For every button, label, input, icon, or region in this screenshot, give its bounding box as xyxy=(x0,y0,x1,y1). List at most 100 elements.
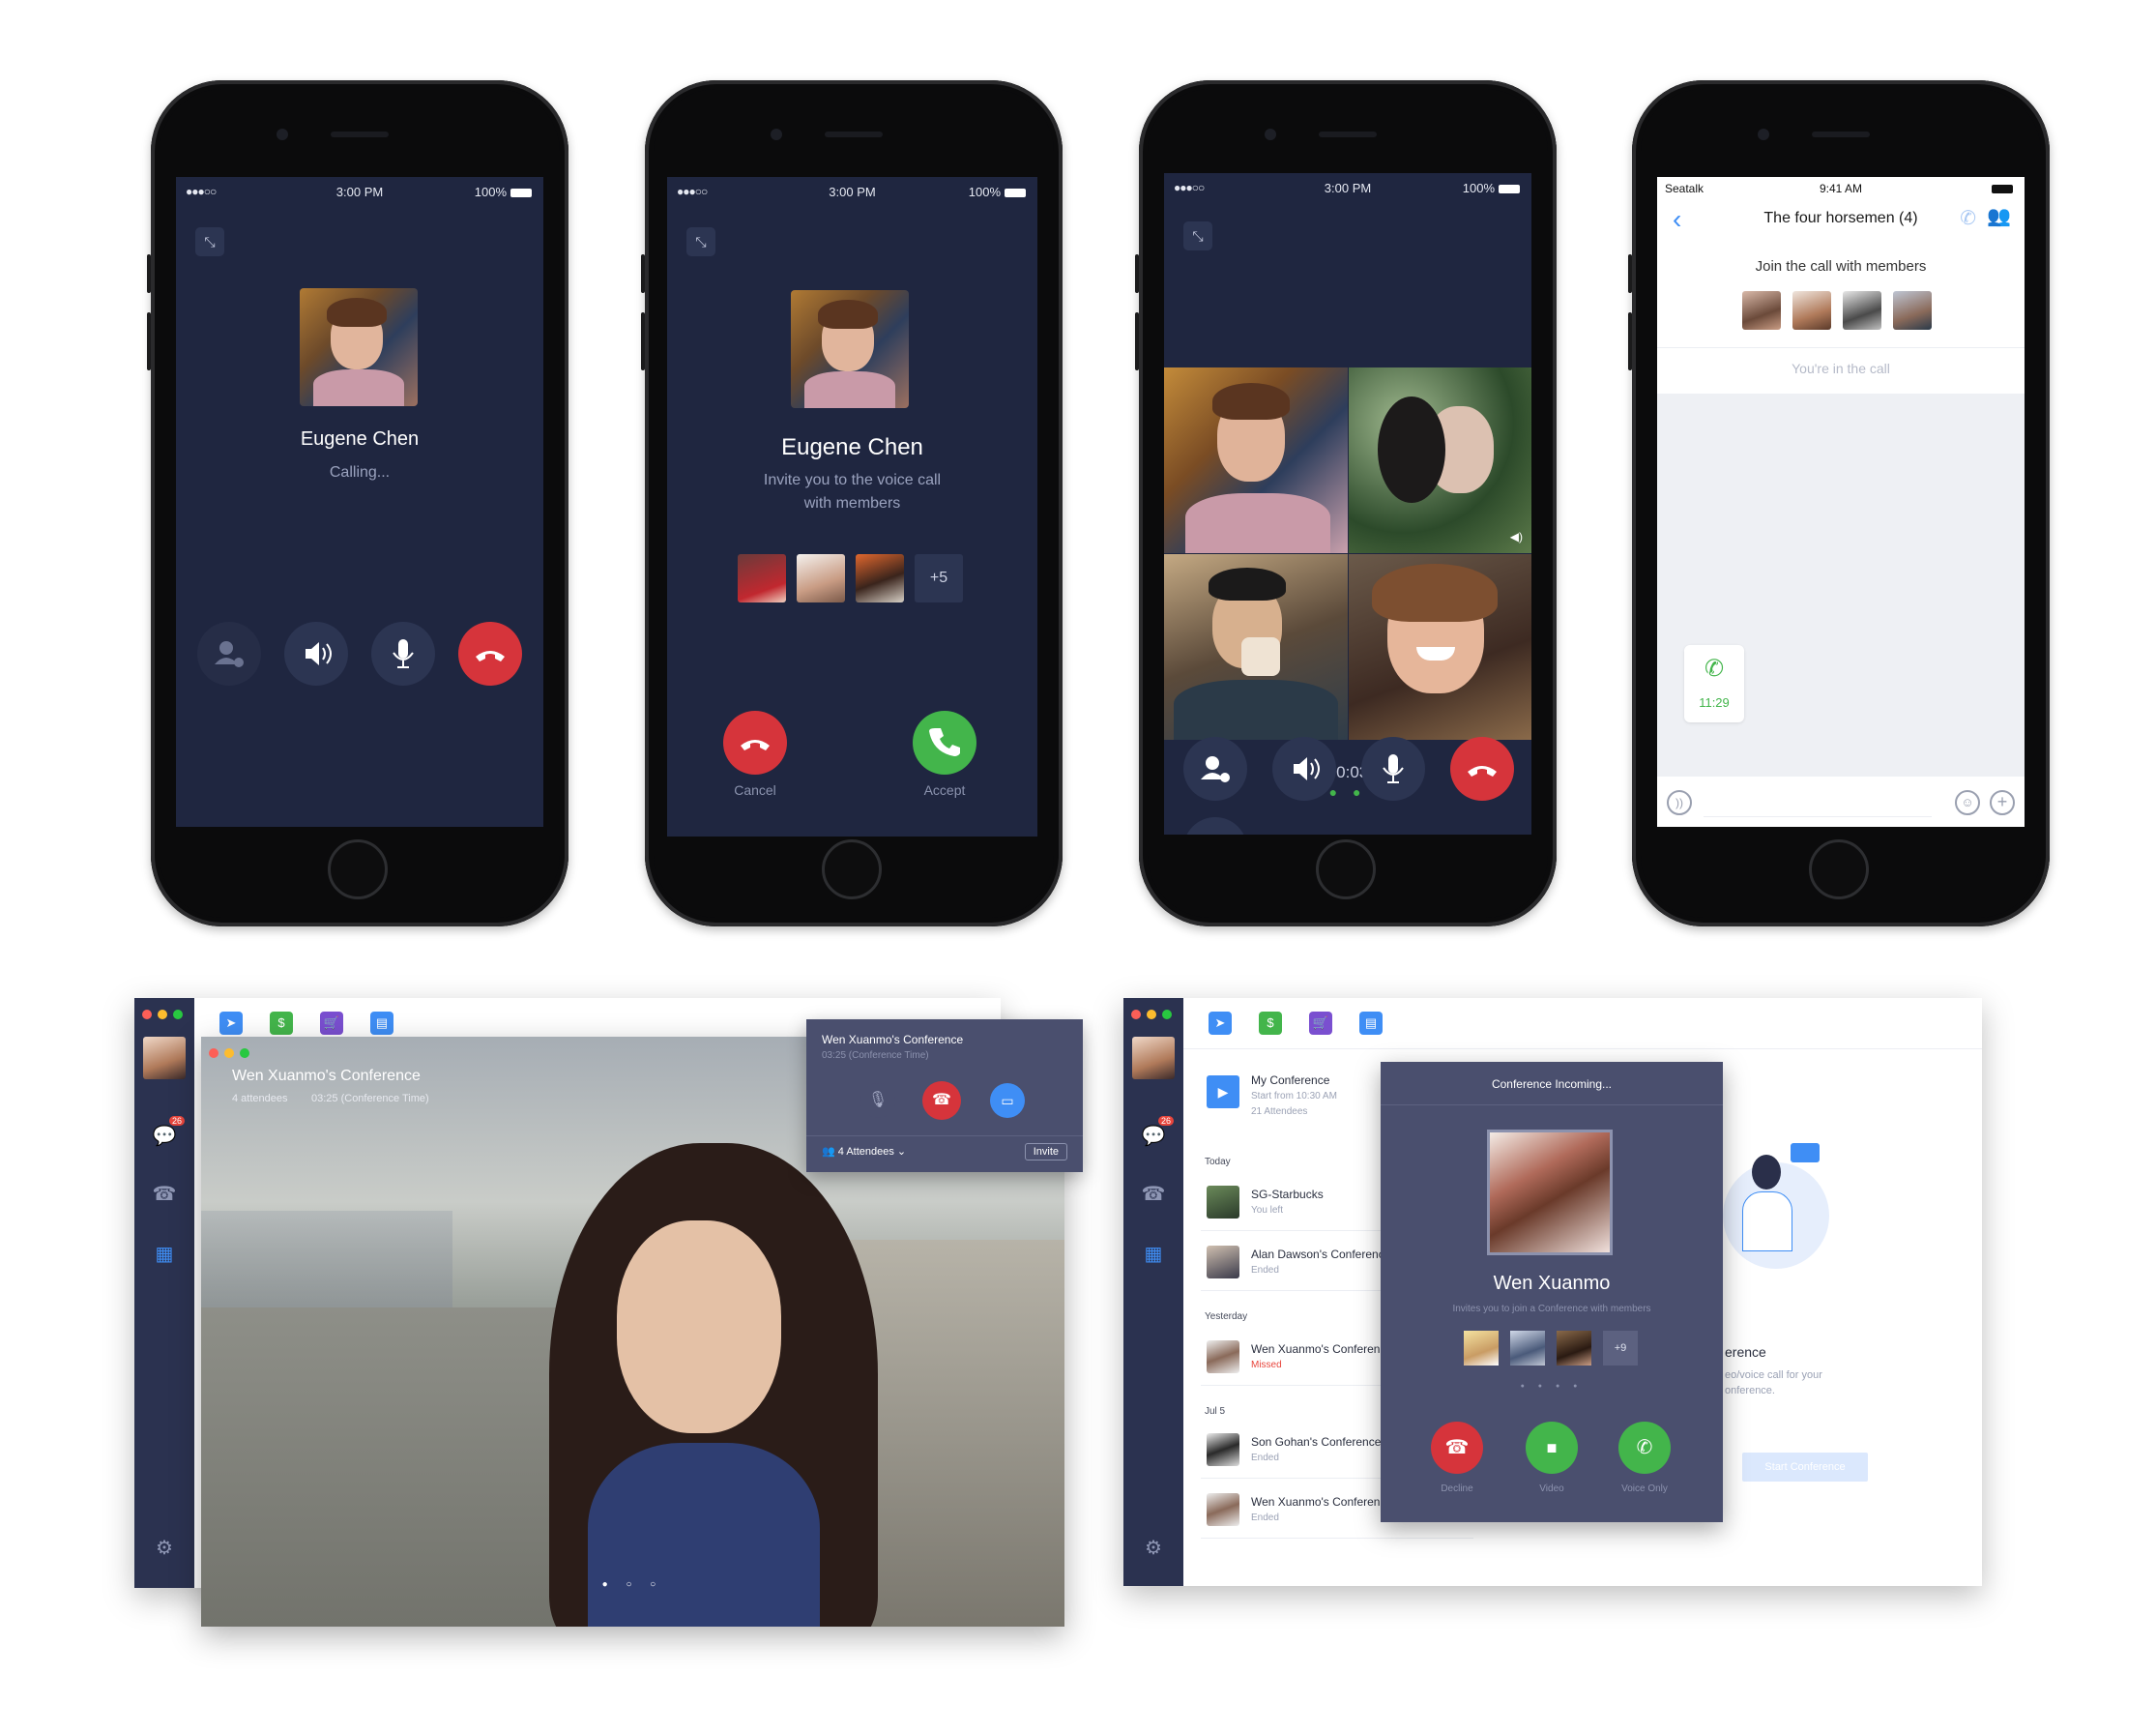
calendar-tab-icon[interactable]: ▤ xyxy=(370,1012,393,1035)
phone-icon[interactable]: ✆ xyxy=(1960,206,1976,230)
app-sidebar: 💬 26 ☎ ▦ ⚙ xyxy=(134,998,194,1588)
chat-icon[interactable]: 💬 xyxy=(152,1124,177,1149)
conference-incoming-dialog: Conference Incoming... Wen Xuanmo Invite… xyxy=(1381,1062,1723,1522)
voice-only-label: Voice Only xyxy=(1621,1483,1668,1494)
popup-time: 03:25 (Conference Time) xyxy=(822,1050,929,1061)
caller-name: Wen Xuanmo xyxy=(1493,1273,1611,1294)
attendees-dropdown[interactable]: 👥 4 Attendees ⌄ xyxy=(822,1145,906,1158)
start-conference-button[interactable]: Start Conference xyxy=(1742,1453,1868,1482)
empty-state-title: erence xyxy=(1725,1344,1766,1360)
phone-incoming: ●●●○○ 3:00 PM 100% ⤡ Eugene Chen Invite … xyxy=(641,80,1063,926)
phone-icon[interactable]: ☎ xyxy=(152,1182,177,1207)
speaker-indicator-icon: ◀) xyxy=(1509,530,1523,543)
section-jul-5: Jul 5 xyxy=(1205,1406,1226,1417)
video-tile[interactable] xyxy=(1164,554,1348,740)
user-avatar[interactable] xyxy=(1132,1037,1175,1079)
section-today: Today xyxy=(1205,1157,1231,1167)
my-conference-attendees: 21 Attendees xyxy=(1251,1106,1308,1117)
member-avatar xyxy=(738,554,786,602)
shop-tab-icon[interactable]: 🛒 xyxy=(1309,1012,1332,1035)
status-bar: ●●●○○ 3:00 PM 100% xyxy=(1164,179,1531,202)
voice-only-button[interactable]: ✆ xyxy=(1618,1422,1671,1474)
video-accept-button[interactable]: ■ xyxy=(1526,1422,1578,1474)
mute-button[interactable]: 🎙 xyxy=(860,1083,895,1118)
hang-up-button[interactable]: ☎ xyxy=(922,1081,961,1120)
microphone-button[interactable] xyxy=(1361,737,1425,801)
cancel-button[interactable] xyxy=(723,711,787,775)
minimize-icon[interactable]: ⤡ xyxy=(1183,221,1212,250)
decline-button[interactable]: ☎ xyxy=(1431,1422,1483,1474)
conference-title: Wen Xuanmo's Conference xyxy=(232,1068,421,1084)
hang-up-button[interactable] xyxy=(1450,737,1514,801)
telegram-tab-icon[interactable]: ➤ xyxy=(219,1012,243,1035)
plus-icon[interactable]: + xyxy=(1990,790,2015,815)
home-button xyxy=(328,839,388,899)
emoji-icon[interactable]: ☺ xyxy=(1955,790,1980,815)
video-tile[interactable] xyxy=(1349,554,1531,740)
add-member-button[interactable] xyxy=(1183,817,1247,835)
speaker-button[interactable] xyxy=(1272,737,1336,801)
my-conference-card[interactable]: ▶ My Conference Start from 10:30 AM 21 A… xyxy=(1201,1066,1394,1126)
member-avatar xyxy=(797,554,845,602)
decline-label: Decline xyxy=(1441,1483,1473,1494)
video-toggle-button[interactable]: ▭ xyxy=(990,1083,1025,1118)
illustration xyxy=(1713,1143,1839,1288)
hang-up-button[interactable] xyxy=(458,622,522,686)
settings-icon[interactable]: ⚙ xyxy=(152,1536,177,1561)
member-avatar[interactable] xyxy=(1792,291,1831,330)
add-member-button[interactable] xyxy=(197,622,261,686)
invite-text: Invites you to join a Conference with me… xyxy=(1452,1304,1651,1314)
unread-badge: 26 xyxy=(169,1116,186,1126)
home-button xyxy=(1316,839,1376,899)
phone-icon[interactable]: ☎ xyxy=(1141,1182,1166,1207)
more-members-count[interactable]: +9 xyxy=(1603,1331,1638,1366)
money-tab-icon[interactable]: $ xyxy=(1259,1012,1282,1035)
more-members-count[interactable]: +5 xyxy=(915,554,963,602)
calling-screen: ●●●○○ 3:00 PM 100% ⤡ Eugene Chen Calling… xyxy=(176,177,543,827)
voice-input-icon[interactable]: )) xyxy=(1667,790,1692,815)
my-conference-title: My Conference xyxy=(1251,1073,1330,1087)
video-camera-icon: ▶ xyxy=(1207,1075,1239,1108)
call-time: 11:29 xyxy=(1699,695,1730,710)
unread-badge: 26 xyxy=(1158,1116,1175,1126)
message-input[interactable] xyxy=(1704,785,1932,817)
empty-state-text-1: eo/voice call for your xyxy=(1725,1369,1822,1381)
chat-icon[interactable]: 💬 xyxy=(1141,1124,1166,1149)
invite-button[interactable]: Invite xyxy=(1024,1143,1067,1160)
video-tile[interactable]: ◀) xyxy=(1349,367,1531,553)
apps-icon[interactable]: ▦ xyxy=(152,1242,177,1267)
user-avatar[interactable] xyxy=(143,1037,186,1079)
members-icon[interactable]: 👥 xyxy=(1987,204,2011,228)
member-avatar xyxy=(1557,1331,1591,1366)
speaker-button[interactable] xyxy=(284,622,348,686)
apps-icon[interactable]: ▦ xyxy=(1141,1242,1166,1267)
minimize-icon[interactable]: ⤡ xyxy=(686,227,715,256)
add-member-button[interactable] xyxy=(1183,737,1247,801)
status-bar: Seatalk 9:41 AM xyxy=(1657,180,2025,203)
calendar-tab-icon[interactable]: ▤ xyxy=(1359,1012,1383,1035)
phone-group-chat: Seatalk 9:41 AM ‹ The four horsemen (4) … xyxy=(1628,80,2050,926)
microphone-button[interactable] xyxy=(371,622,435,686)
join-call-text: Join the call with members xyxy=(1755,258,1927,275)
home-button xyxy=(822,839,882,899)
video-controls xyxy=(1164,737,1531,814)
caller-avatar xyxy=(300,288,418,406)
telegram-tab-icon[interactable]: ➤ xyxy=(1209,1012,1232,1035)
cancel-label: Cancel xyxy=(734,782,776,798)
member-avatar[interactable] xyxy=(1742,291,1781,330)
popup-title: Wen Xuanmo's Conference xyxy=(822,1033,964,1046)
my-conference-time: Start from 10:30 AM xyxy=(1251,1091,1337,1101)
member-avatar xyxy=(856,554,904,602)
settings-icon[interactable]: ⚙ xyxy=(1141,1536,1166,1561)
phone-call-icon: ✆ xyxy=(1704,656,1725,682)
tab-bar xyxy=(1183,998,1982,1049)
shop-tab-icon[interactable]: 🛒 xyxy=(320,1012,343,1035)
call-bubble[interactable]: ✆ 11:29 xyxy=(1684,645,1744,722)
app-sidebar: 💬 26 ☎ ▦ ⚙ xyxy=(1123,998,1183,1586)
minimize-icon[interactable]: ⤡ xyxy=(195,227,224,256)
accept-button[interactable] xyxy=(913,711,976,775)
member-avatar[interactable] xyxy=(1893,291,1932,330)
member-avatar[interactable] xyxy=(1843,291,1881,330)
video-tile[interactable] xyxy=(1164,367,1348,553)
money-tab-icon[interactable]: $ xyxy=(270,1012,293,1035)
